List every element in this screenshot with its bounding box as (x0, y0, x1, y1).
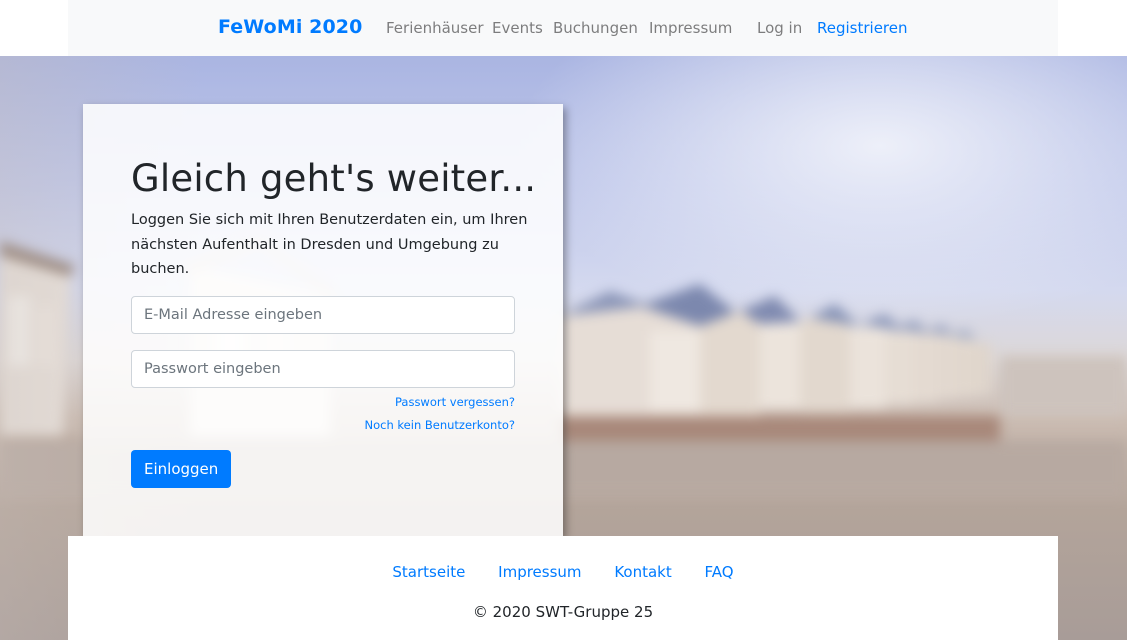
no-account-link[interactable]: Noch kein Benutzerkonto? (365, 418, 515, 432)
copyright-text: © 2020 SWT-Gruppe 25 (472, 603, 654, 621)
password-input[interactable] (131, 350, 515, 388)
brand-link[interactable]: FeWoMi 2020 (218, 16, 362, 38)
footer-link-impressum[interactable]: Impressum (498, 563, 581, 581)
nav-link-register[interactable]: Registrieren (817, 19, 908, 37)
nav-link-events[interactable]: Events (492, 19, 543, 37)
login-button[interactable]: Einloggen (131, 450, 232, 488)
nav-link-buchungen[interactable]: Buchungen (553, 19, 638, 37)
email-input[interactable] (131, 296, 515, 334)
footer: Startseite Impressum Kontakt FAQ © 2020 … (68, 536, 1058, 640)
footer-link-faq[interactable]: FAQ (705, 563, 734, 581)
nav-link-login[interactable]: Log in (757, 19, 802, 37)
footer-links: Startseite Impressum Kontakt FAQ (68, 563, 1058, 581)
nav-link-ferienhaeuser[interactable]: Ferienhäuser (386, 19, 484, 37)
top-navbar: FeWoMi 2020 Ferienhäuser Events Buchunge… (68, 0, 1058, 56)
footer-link-startseite[interactable]: Startseite (392, 563, 465, 581)
login-description: Loggen Sie sich mit Ihren Benutzerdaten … (131, 212, 528, 277)
login-card: Gleich geht's weiter... Loggen Sie sich … (83, 104, 563, 536)
nav-link-impressum[interactable]: Impressum (649, 19, 732, 37)
login-title: Gleich geht's weiter... (131, 157, 537, 200)
forgot-password-link[interactable]: Passwort vergessen? (395, 395, 515, 409)
footer-link-kontakt[interactable]: Kontakt (614, 563, 671, 581)
